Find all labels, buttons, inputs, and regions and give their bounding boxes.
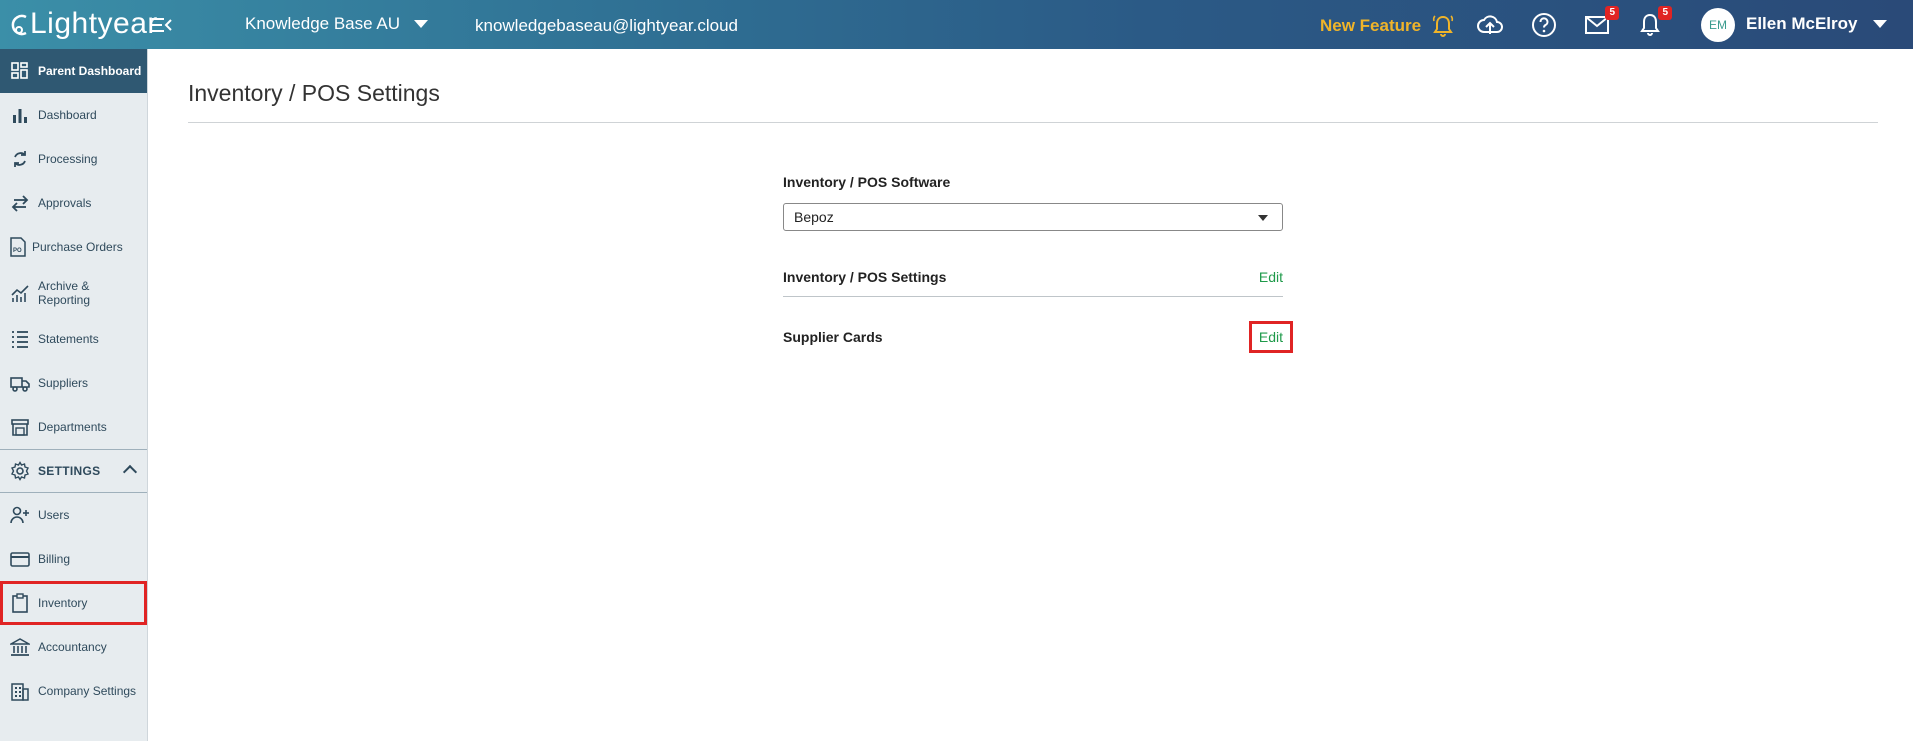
sidebar-item-label: Approvals xyxy=(38,196,92,210)
sidebar-item-label: Processing xyxy=(38,152,98,166)
sidebar-item-approvals[interactable]: Approvals xyxy=(0,181,147,225)
sync-icon xyxy=(14,151,26,167)
add-user-icon xyxy=(10,506,29,524)
workspace-select[interactable]: Knowledge Base AU xyxy=(245,14,428,34)
notification-badge: 5 xyxy=(1658,6,1672,20)
sidebar-item-inventory[interactable]: Inventory xyxy=(0,581,147,625)
supplier-cards-edit-button[interactable]: Edit xyxy=(1248,321,1294,353)
help-circle-icon xyxy=(1532,13,1556,37)
sidebar: Parent Dashboard Dashboard Processing Ap… xyxy=(0,49,148,741)
user-menu[interactable]: Ellen McElroy xyxy=(1746,14,1888,34)
sidebar-item-company-settings[interactable]: Company Settings xyxy=(0,669,147,713)
pos-software-select[interactable]: Bepoz xyxy=(783,203,1283,231)
workspace-name: Knowledge Base AU xyxy=(245,14,400,33)
sidebar-item-label: Inventory xyxy=(38,596,88,610)
pos-settings-row: Inventory / POS Settings Edit xyxy=(783,257,1283,297)
cloud-upload-icon xyxy=(1477,15,1503,34)
gear-icon xyxy=(11,461,29,481)
truck-icon xyxy=(10,377,30,392)
dashboard-grid-icon xyxy=(11,62,28,79)
sidebar-item-suppliers[interactable]: Suppliers xyxy=(0,361,147,405)
help-button[interactable] xyxy=(1530,11,1558,39)
sidebar-item-departments[interactable]: Departments xyxy=(0,405,147,449)
logo-text: Lightyear xyxy=(30,7,158,40)
page-title: Inventory / POS Settings xyxy=(188,80,440,106)
sidebar-item-parent-dashboard[interactable]: Parent Dashboard xyxy=(0,49,147,93)
chevron-down-icon xyxy=(414,20,428,28)
sidebar-item-label: Accountancy xyxy=(38,640,107,654)
sidebar-item-billing[interactable]: Billing xyxy=(0,537,147,581)
new-feature-button[interactable]: New Feature xyxy=(1320,14,1455,38)
supplier-cards-label: Supplier Cards xyxy=(783,329,883,345)
sidebar-item-label: Statements xyxy=(38,332,99,346)
po-document-icon: PO xyxy=(10,237,26,257)
pos-software-value: Bepoz xyxy=(794,209,834,225)
bar-chart-icon xyxy=(13,109,27,123)
sidebar-item-label: Purchase Orders xyxy=(32,240,123,254)
list-icon xyxy=(12,331,28,348)
chevron-up-icon xyxy=(122,464,138,480)
credit-card-icon xyxy=(10,552,30,567)
trend-chart-icon xyxy=(11,285,29,302)
top-bar: Lightyear Knowledge Base AU knowledgebas… xyxy=(0,0,1913,49)
cloud-logo-icon xyxy=(11,14,27,36)
pos-settings-label: Inventory / POS Settings xyxy=(783,268,947,285)
sidebar-item-label: SETTINGS xyxy=(38,464,101,478)
menu-collapse-button[interactable] xyxy=(150,14,174,36)
bank-icon xyxy=(10,638,30,656)
supplier-cards-row: Supplier Cards Edit xyxy=(783,317,1294,357)
new-feature-label: New Feature xyxy=(1320,16,1422,35)
sidebar-item-label: Departments xyxy=(38,420,107,434)
title-divider xyxy=(188,122,1878,123)
sidebar-section-settings[interactable]: SETTINGS xyxy=(0,449,147,493)
sidebar-item-processing[interactable]: Processing xyxy=(0,137,147,181)
notifications-button[interactable]: 5 xyxy=(1636,6,1672,39)
account-email: knowledgebaseau@lightyear.cloud xyxy=(475,16,738,35)
mail-badge: 5 xyxy=(1605,6,1619,20)
sidebar-item-archive-reporting[interactable]: Archive & Reporting xyxy=(0,269,147,317)
sidebar-item-dashboard[interactable]: Dashboard xyxy=(0,93,147,137)
chevron-down-icon xyxy=(1258,215,1268,221)
sidebar-item-users[interactable]: Users xyxy=(0,493,147,537)
upload-cloud-button[interactable] xyxy=(1476,11,1504,39)
user-name: Ellen McElroy xyxy=(1746,14,1858,33)
store-icon xyxy=(11,419,29,436)
lightyear-logo[interactable]: Lightyear xyxy=(6,4,158,44)
software-label: Inventory / POS Software xyxy=(783,174,951,190)
sidebar-item-accountancy[interactable]: Accountancy xyxy=(0,625,147,669)
mail-button[interactable]: 5 xyxy=(1583,6,1619,39)
sidebar-item-label: Dashboard xyxy=(38,108,97,122)
menu-collapse-icon xyxy=(152,18,172,32)
sidebar-item-label: Suppliers xyxy=(38,376,89,390)
sidebar-item-label: Billing xyxy=(38,552,71,566)
sidebar-item-label: Archive & Reporting xyxy=(38,279,91,307)
sidebar-item-label: Parent Dashboard xyxy=(38,64,142,78)
chevron-down-icon xyxy=(1873,20,1888,28)
sidebar-item-purchase-orders[interactable]: PO Purchase Orders xyxy=(0,225,147,269)
pos-settings-edit-button[interactable]: Edit xyxy=(1251,263,1291,291)
sidebar-item-label: Users xyxy=(38,508,70,522)
clipboard-icon xyxy=(12,593,28,613)
avatar[interactable]: EM xyxy=(1701,8,1735,42)
sidebar-item-label: Company Settings xyxy=(38,684,137,698)
svg-text:PO: PO xyxy=(13,248,22,254)
sidebar-item-statements[interactable]: Statements xyxy=(0,317,147,361)
building-icon xyxy=(11,683,29,701)
bell-ring-icon xyxy=(1432,15,1454,37)
swap-arrows-icon xyxy=(11,195,29,212)
